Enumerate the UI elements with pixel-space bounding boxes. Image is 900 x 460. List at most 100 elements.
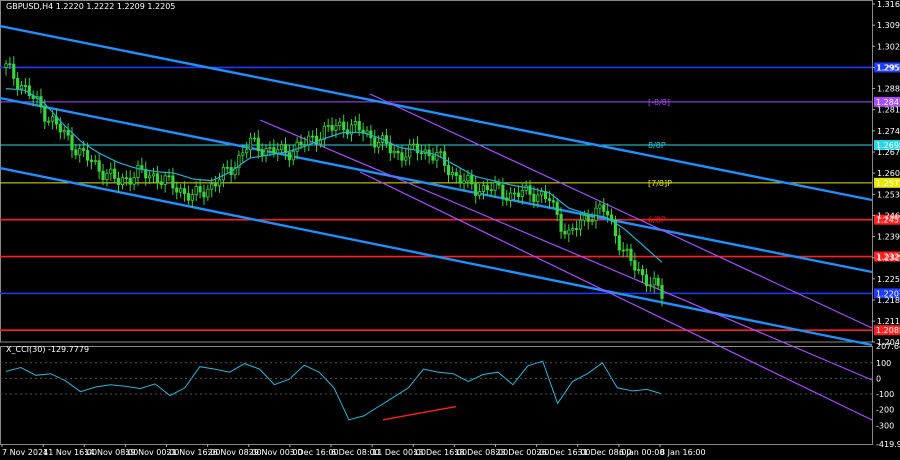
candle-body — [501, 184, 505, 199]
candle-body — [481, 185, 486, 192]
candle-body — [462, 180, 466, 184]
level-label: 6/8P — [648, 216, 666, 225]
chart-window: [-8/8] 8/8P [7/8]P 6/8P 1.29551.28411.26981… — [0, 0, 900, 460]
trend-channel-line — [0, 24, 873, 202]
time-axis: 7 Nov 202411 Nov 16:0014 Nov 08:0019 Nov… — [1, 444, 706, 457]
candle-body — [509, 192, 513, 201]
candle-body — [264, 148, 268, 157]
candle-body — [190, 194, 194, 201]
candle-body — [202, 191, 206, 198]
price-pane: [-8/8] 8/8P [7/8]P 6/8P — [0, 0, 873, 421]
candle-body — [198, 186, 202, 193]
candle-body — [221, 166, 225, 181]
candle-body — [392, 150, 396, 154]
candle-body — [408, 144, 412, 158]
candle-body — [314, 135, 319, 145]
cci-tick-label: -300 — [876, 421, 894, 430]
candle-body — [415, 143, 420, 154]
candle-body — [105, 172, 109, 181]
candle-body — [311, 135, 315, 138]
time-tick-label: 6 Jan 00:00 — [619, 448, 665, 457]
candle-body — [485, 185, 489, 191]
candle-body — [575, 228, 579, 230]
candle-body — [89, 159, 93, 162]
candle-body — [617, 235, 621, 251]
candle-body — [155, 173, 159, 183]
level-label: [-8/8] — [648, 98, 670, 107]
candle-body — [113, 168, 117, 179]
candle-body — [547, 198, 552, 202]
candle-body — [512, 192, 517, 195]
candle-body — [365, 130, 369, 134]
candle-body — [206, 188, 210, 198]
candle-body — [248, 137, 253, 151]
candle-body — [439, 151, 443, 154]
price-tick-label: 1.2605 — [877, 169, 900, 178]
divergence-line — [382, 405, 457, 421]
price-tick-label: 1.2115 — [877, 317, 900, 326]
candle-body — [101, 170, 105, 181]
candle-body — [295, 141, 299, 152]
candle-body — [400, 152, 404, 161]
candle-body — [260, 150, 264, 157]
candle-body — [299, 141, 303, 146]
cci-tick-label: 0 — [876, 374, 881, 383]
level-price-text: 1.2085 — [876, 326, 900, 335]
candle-body — [47, 120, 51, 123]
candle-body — [287, 152, 291, 161]
candle-body — [214, 183, 218, 187]
candle-body — [598, 204, 602, 209]
candle-body — [652, 277, 656, 286]
candle-body — [8, 63, 12, 66]
candle-body — [435, 152, 439, 161]
price-tick-label: 1.2465 — [877, 211, 900, 220]
candle-body — [334, 125, 338, 131]
candle-body — [225, 166, 229, 169]
candle-body — [536, 194, 540, 202]
candle-body — [532, 193, 536, 202]
chart-title: GBPUSD,H4 1.2220 1.2222 1.2209 1.2205 — [6, 2, 175, 11]
level-price-text: 1.2573 — [876, 179, 900, 188]
price-tick-label: 1.3095 — [877, 21, 900, 30]
candle-body — [384, 135, 389, 144]
candle-body — [330, 125, 334, 131]
candle-body — [660, 284, 664, 299]
price-chart-canvas: [-8/8] 8/8P [7/8]P 6/8P 1.29551.28411.26981… — [0, 0, 900, 457]
price-tick-label: 1.2815 — [877, 106, 900, 115]
price-tick-label: 1.2255 — [877, 275, 900, 284]
candle-body — [446, 165, 451, 176]
candle-body — [489, 189, 493, 192]
cci-pane — [0, 346, 873, 445]
cci-tick-label: -419.954 — [876, 440, 900, 449]
cci-line — [5, 360, 663, 421]
cci-tick-label: -200 — [876, 406, 894, 415]
candle-body — [326, 125, 330, 127]
candle-body — [124, 177, 128, 180]
candle-body — [567, 229, 571, 235]
candle-body — [450, 172, 454, 176]
candle-body — [497, 182, 501, 186]
candle-body — [4, 63, 8, 68]
candle-body — [132, 177, 136, 185]
price-axis: 1.29551.28411.26981.25731.24511.23291.22… — [872, 0, 900, 347]
price-tick-label: 1.2185 — [877, 296, 900, 305]
price-tick-label: 1.2675 — [877, 148, 900, 157]
candle-body — [62, 130, 66, 133]
candle-body — [182, 188, 187, 194]
candle-body — [322, 125, 326, 140]
candle-body — [307, 135, 311, 145]
candle-body — [109, 168, 113, 174]
candle-body — [586, 215, 590, 222]
price-tick-label: 1.3025 — [877, 42, 900, 51]
candle-body — [419, 152, 423, 155]
candle-body — [256, 137, 260, 151]
candle-body — [16, 78, 20, 90]
candle-body — [74, 149, 78, 156]
cci-pane-border — [0, 346, 873, 445]
candle-body — [625, 248, 629, 251]
cci-title: X_CCI(30) -129.7779 — [6, 345, 89, 354]
candle-body — [609, 214, 614, 221]
candle-body — [148, 175, 152, 179]
candle-body — [353, 121, 357, 126]
candle-body — [186, 193, 191, 201]
